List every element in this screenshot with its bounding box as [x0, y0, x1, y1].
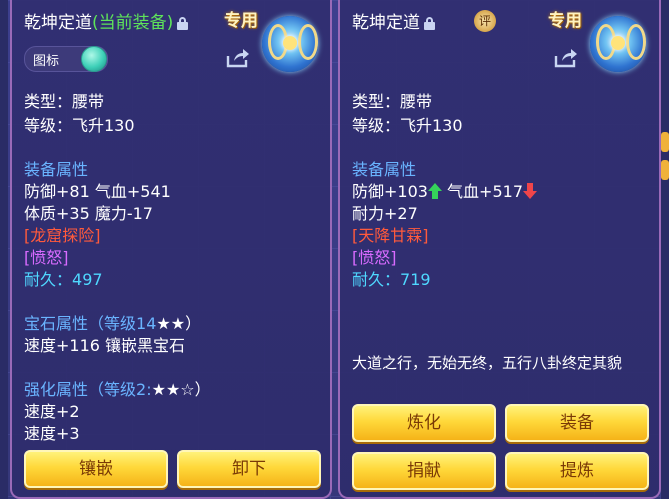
- extract-button[interactable]: 提炼: [505, 452, 649, 490]
- side-icon[interactable]: [661, 160, 669, 180]
- belt-item-icon: [590, 16, 646, 72]
- special-skill: [愤怒]: [352, 248, 397, 267]
- attr-heading: 装备属性: [24, 160, 89, 179]
- durability-value: 497: [72, 270, 103, 289]
- lock-icon: [424, 17, 435, 30]
- enhance-line-2: 速度+3: [24, 424, 80, 443]
- durability-value: 719: [400, 270, 431, 289]
- unequip-button[interactable]: 卸下: [177, 450, 321, 488]
- item-title: 乾坤定道: [352, 8, 435, 33]
- enhance-stars: ★★☆）: [151, 380, 211, 399]
- current-equipped-label: (当前装备): [92, 13, 174, 33]
- durability-label: 耐久：: [24, 270, 73, 289]
- gem-line: 速度+116 镶嵌黑宝石: [24, 336, 186, 355]
- attr-heading: 装备属性: [352, 160, 417, 179]
- durability: 耐久：719: [352, 266, 431, 290]
- item-name: 乾坤定道: [24, 13, 92, 33]
- belt-item-icon: [262, 16, 318, 72]
- defense-stat: 防御+103: [352, 182, 428, 201]
- compare-item-panel: 乾坤定道 评 专用 类型：腰带 等级：飞升130 装备属性 防御+103 气血+…: [338, 0, 661, 499]
- attr-line-2: 体质+35 魔力-17: [24, 204, 153, 223]
- attr-line-1: 防御+103 气血+517: [352, 178, 537, 202]
- left-edge-strip: [0, 0, 8, 499]
- enhance-heading-label: 强化属性: [24, 380, 89, 399]
- special-skill: [愤怒]: [24, 248, 69, 267]
- share-icon[interactable]: [226, 48, 250, 68]
- exclusive-tag: 专用: [548, 11, 582, 31]
- enhance-level: （等级2:: [88, 380, 152, 399]
- enhance-heading: 强化属性（等级2:★★☆）: [24, 376, 211, 400]
- icon-toggle[interactable]: 图标: [24, 46, 108, 72]
- stat-up-arrow-icon: [427, 183, 442, 199]
- inlay-button[interactable]: 镶嵌: [24, 450, 168, 488]
- special-effect: [天降甘霖]: [352, 226, 429, 245]
- lock-icon: [177, 17, 189, 30]
- gem-heading-label: 宝石属性: [24, 314, 89, 333]
- exclusive-tag: 专用: [224, 11, 258, 31]
- right-edge-strip: [661, 0, 669, 499]
- item-description: 大道之行，无始无终，五行八卦终定其貌: [352, 354, 623, 372]
- current-equipment-panel: 乾坤定道(当前装备) 专用 图标 类型：腰带 等级：飞升130 装备属性 防御+…: [10, 0, 332, 499]
- attr-line-2: 耐力+27: [352, 204, 418, 223]
- gem-level: （等级14: [88, 314, 157, 333]
- gem-heading: 宝石属性（等级14★★）: [24, 310, 201, 334]
- toggle-knob: [81, 46, 107, 72]
- side-icon[interactable]: [661, 132, 669, 152]
- share-icon[interactable]: [554, 48, 578, 68]
- enhance-line-1: 速度+2: [24, 402, 80, 421]
- item-title: 乾坤定道(当前装备): [24, 8, 189, 33]
- attr-line-1: 防御+81 气血+541: [24, 182, 171, 201]
- durability-label: 耐久：: [352, 270, 401, 289]
- item-level: 等级：飞升130: [24, 116, 135, 135]
- stat-down-arrow-icon: [523, 183, 537, 199]
- rating-badge[interactable]: 评: [474, 10, 496, 32]
- item-level: 等级：飞升130: [352, 116, 463, 135]
- gem-stars: ★★）: [156, 314, 202, 333]
- refine-button[interactable]: 炼化: [352, 404, 496, 442]
- special-effect: [龙窟探险]: [24, 226, 101, 245]
- donate-button[interactable]: 捐献: [352, 452, 496, 490]
- icon-toggle-label: 图标: [33, 54, 60, 69]
- item-name: 乾坤定道: [352, 13, 420, 33]
- equip-button[interactable]: 装备: [505, 404, 649, 442]
- item-type: 类型：腰带: [24, 92, 105, 111]
- rating-badge-label: 评: [478, 14, 491, 28]
- durability: 耐久：497: [24, 266, 103, 290]
- hp-stat: 气血+517: [447, 182, 523, 201]
- item-type: 类型：腰带: [352, 92, 433, 111]
